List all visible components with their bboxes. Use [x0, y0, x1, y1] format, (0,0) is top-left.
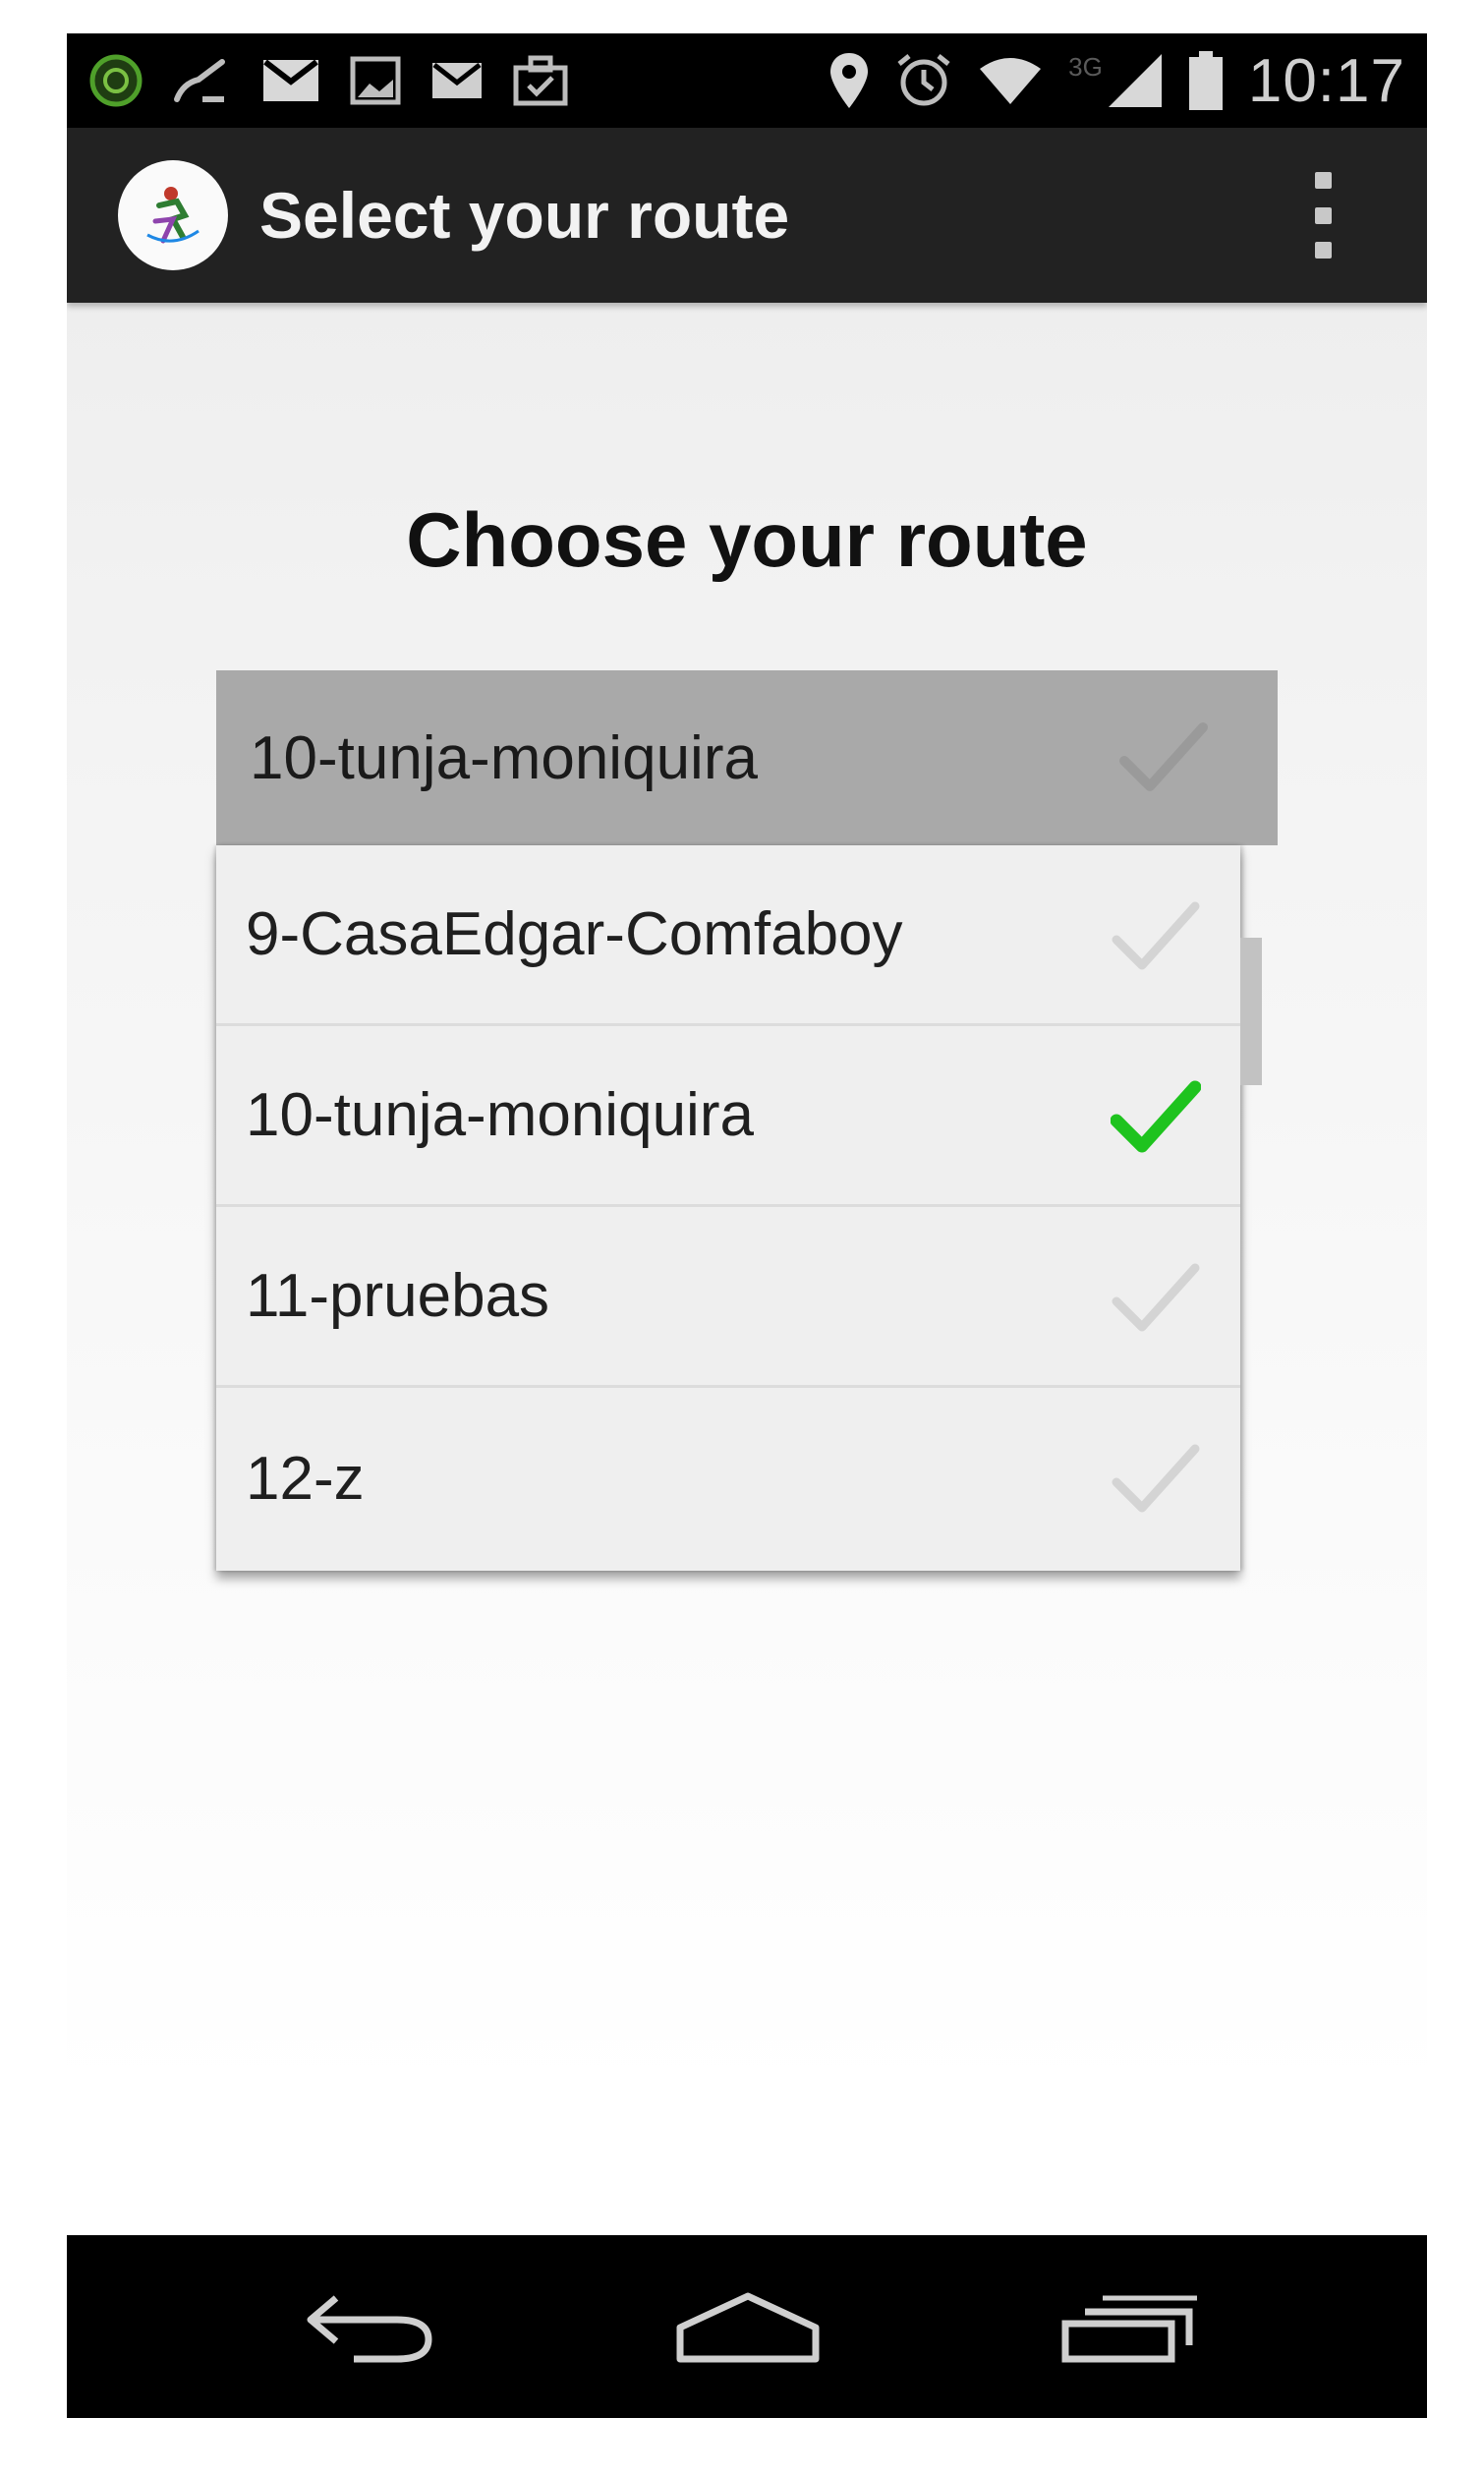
- route-option[interactable]: 9-CasaEdgar-Comfaboy: [216, 845, 1240, 1026]
- missed-call-icon: [173, 56, 232, 105]
- network-type-label: 3G: [1068, 51, 1103, 82]
- wifi-icon: [978, 55, 1043, 106]
- email-icon: [430, 61, 484, 100]
- dropdown-scrollbar[interactable]: [1240, 938, 1262, 1085]
- route-spinner[interactable]: 10-tunja-moniquira: [216, 670, 1278, 845]
- menu-dot: [1314, 172, 1332, 189]
- recent-apps-icon[interactable]: [1059, 2290, 1203, 2370]
- check-inactive-icon: [1111, 898, 1201, 980]
- clock-time: 10:17: [1247, 46, 1405, 115]
- app-notification-icon: [88, 53, 143, 108]
- route-dropdown-list: 9-CasaEdgar-Comfaboy 10-tunja-moniquira …: [216, 845, 1240, 1571]
- route-option-label: 11-pruebas: [246, 1262, 550, 1330]
- action-bar: Select your route: [67, 128, 1427, 303]
- battery-icon: [1188, 51, 1223, 110]
- home-icon[interactable]: [674, 2290, 822, 2370]
- navigation-bar: [67, 2235, 1427, 2418]
- image-icon: [350, 56, 401, 105]
- signal-icon: [1107, 52, 1164, 109]
- back-icon[interactable]: [303, 2290, 440, 2370]
- route-option[interactable]: 11-pruebas: [216, 1207, 1240, 1388]
- phone-screen: 3G 10:17 Select your route Choose your r…: [67, 33, 1427, 2418]
- spinner-selected-value: 10-tunja-moniquira: [250, 723, 758, 792]
- route-option-label: 9-CasaEdgar-Comfaboy: [246, 900, 903, 968]
- status-bar: 3G 10:17: [67, 33, 1427, 128]
- check-inactive-icon: [1111, 1260, 1201, 1342]
- gmail-icon: [261, 58, 320, 103]
- status-bar-right: 3G 10:17: [828, 46, 1405, 116]
- check-icon: [1118, 719, 1209, 801]
- app-logo-icon[interactable]: [118, 160, 228, 270]
- menu-dot: [1314, 206, 1332, 224]
- check-inactive-icon: [1111, 1441, 1201, 1523]
- route-option-label: 12-z: [246, 1444, 365, 1513]
- route-option-label: 10-tunja-moniquira: [246, 1081, 754, 1149]
- check-active-icon: [1110, 1079, 1202, 1161]
- alarm-icon: [895, 52, 952, 109]
- action-bar-title: Select your route: [259, 179, 790, 252]
- location-icon: [828, 51, 870, 110]
- overflow-menu-icon[interactable]: [1305, 168, 1341, 262]
- page-heading: Choose your route: [406, 496, 1088, 583]
- menu-dot: [1314, 242, 1332, 259]
- route-option-selected[interactable]: 10-tunja-moniquira: [216, 1026, 1240, 1207]
- route-option[interactable]: 12-z: [216, 1388, 1240, 1569]
- briefcase-icon: [513, 54, 568, 107]
